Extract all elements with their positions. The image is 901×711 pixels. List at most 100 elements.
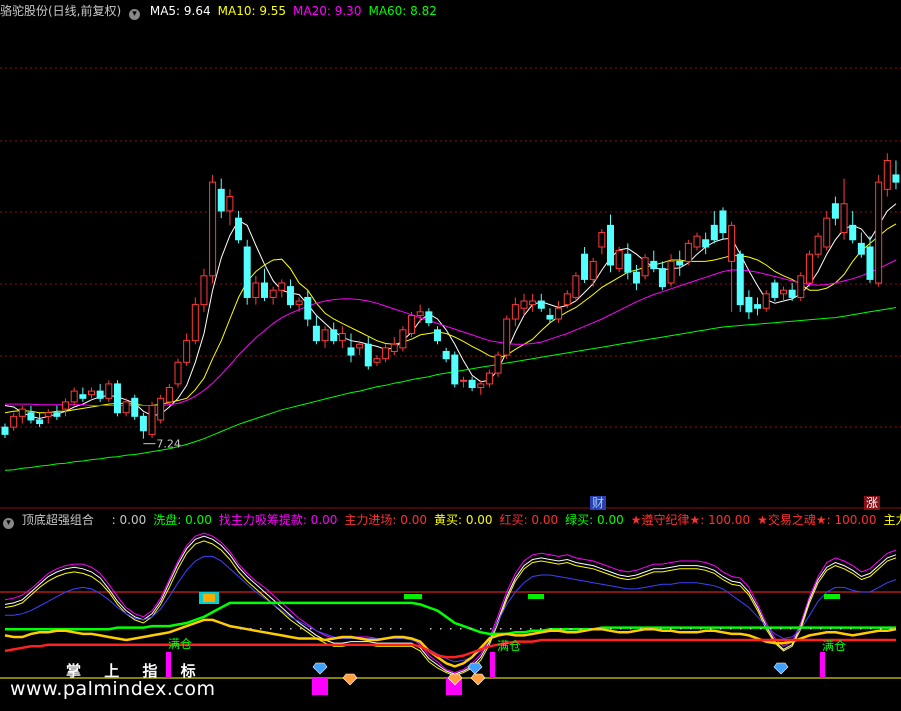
candle-body bbox=[459, 379, 467, 382]
candle-body bbox=[131, 397, 139, 417]
band-dot bbox=[760, 628, 762, 630]
band-dot bbox=[850, 628, 852, 630]
indicator-line-0 bbox=[4, 532, 897, 674]
candle-body bbox=[875, 181, 883, 284]
band-dot bbox=[720, 628, 722, 630]
band-dot bbox=[730, 628, 732, 630]
candle-body bbox=[485, 372, 493, 385]
band-dot bbox=[880, 628, 882, 630]
band-dot bbox=[430, 628, 432, 630]
band-dot bbox=[250, 628, 252, 630]
band-dot bbox=[470, 628, 472, 630]
candle-body bbox=[615, 250, 623, 270]
candle-body bbox=[286, 286, 294, 306]
cai-tag[interactable]: 财 bbox=[590, 496, 607, 510]
ma-line-ma20 bbox=[5, 259, 897, 406]
candle-body bbox=[849, 224, 857, 241]
candle-body bbox=[183, 340, 191, 363]
dropdown-icon[interactable]: ▾ bbox=[3, 518, 14, 529]
candle-body bbox=[364, 343, 372, 367]
band-dot bbox=[830, 628, 832, 630]
candle-body bbox=[840, 203, 848, 234]
signal-bar bbox=[820, 652, 825, 678]
candle-body bbox=[555, 307, 563, 320]
candle-body bbox=[62, 401, 70, 410]
band-dot bbox=[650, 628, 652, 630]
candle-body bbox=[79, 394, 87, 399]
candle-body bbox=[139, 415, 147, 432]
candle-body bbox=[390, 343, 398, 352]
main-legend-item-1: MA10: 9.55 bbox=[217, 4, 287, 18]
band-dot bbox=[390, 628, 392, 630]
band-dot bbox=[770, 628, 772, 630]
candle-body bbox=[529, 300, 537, 306]
candle-body bbox=[572, 275, 580, 298]
candle-body bbox=[598, 232, 606, 248]
candle-body bbox=[217, 188, 225, 212]
candle-body bbox=[442, 350, 450, 360]
candle-body bbox=[641, 257, 649, 277]
candle-body bbox=[780, 289, 787, 295]
band-dot bbox=[340, 628, 342, 630]
indicator-legend-item-8: ★交易之魂★: 100.00 bbox=[757, 513, 877, 527]
band-dot bbox=[680, 628, 682, 630]
candle-body bbox=[373, 358, 381, 363]
band-dot bbox=[370, 628, 372, 630]
band-dot bbox=[610, 628, 612, 630]
band-dot bbox=[750, 628, 752, 630]
band-dot bbox=[360, 628, 362, 630]
signal-block bbox=[528, 594, 544, 599]
band-dot bbox=[580, 628, 582, 630]
signal-block bbox=[824, 594, 840, 599]
band-dot bbox=[620, 628, 622, 630]
main-legend: 骆驼股份(日线,前复权) ▾ MA5: 9.64 MA10: 9.55 MA20: … bbox=[0, 1, 444, 21]
candle-body bbox=[295, 300, 303, 306]
band-dot bbox=[300, 628, 302, 630]
candle-body bbox=[693, 235, 701, 248]
candle-body bbox=[434, 329, 441, 342]
candle-body bbox=[451, 354, 459, 385]
indicator-line-3 bbox=[5, 555, 897, 663]
band-dot bbox=[380, 628, 382, 630]
candle-body bbox=[814, 235, 822, 255]
candle-body bbox=[416, 311, 424, 316]
candle-body bbox=[754, 304, 762, 309]
candle-body bbox=[321, 329, 329, 342]
zhang-tag[interactable]: 涨 bbox=[864, 496, 881, 510]
candle-body bbox=[658, 268, 666, 288]
band-dot bbox=[260, 628, 262, 630]
candle-body bbox=[676, 260, 684, 266]
candle-body bbox=[243, 246, 251, 298]
main-legend-title: 骆驼股份(日线,前复权) bbox=[0, 4, 122, 18]
candle-body bbox=[174, 361, 182, 385]
candle-body bbox=[702, 239, 710, 248]
chart-canvas: 7.24 满仓 满仓 满仓 bbox=[0, 67, 901, 695]
candle-body bbox=[494, 354, 502, 374]
band-dot bbox=[630, 628, 632, 630]
candle-body bbox=[165, 387, 173, 403]
band-dot bbox=[800, 628, 802, 630]
candle-body bbox=[892, 174, 900, 183]
band-dot bbox=[320, 628, 322, 630]
candle-body bbox=[771, 282, 779, 298]
main-legend-item-3: MA60: 8.82 bbox=[368, 4, 437, 18]
band-dot bbox=[660, 628, 662, 630]
candle-body bbox=[36, 419, 44, 425]
candle-body bbox=[520, 300, 528, 309]
candle-body bbox=[710, 224, 718, 241]
candle-body bbox=[857, 242, 865, 255]
band-dot bbox=[670, 628, 672, 630]
candle-body bbox=[684, 242, 692, 262]
indicator-legend-item-1: 洗盘: 0.00 bbox=[153, 513, 212, 527]
band-dot bbox=[330, 628, 332, 630]
candle-body bbox=[745, 296, 753, 313]
candle-body bbox=[96, 390, 104, 399]
low-price-label: 7.24 bbox=[156, 438, 181, 451]
band-dot bbox=[540, 628, 542, 630]
band-dot bbox=[570, 628, 572, 630]
candle-body bbox=[425, 311, 433, 324]
band-dot bbox=[270, 628, 272, 630]
indicator-legend-item-4: 黄买: 0.00 bbox=[433, 513, 493, 527]
candle-body bbox=[122, 401, 130, 414]
dropdown-icon[interactable]: ▾ bbox=[129, 9, 141, 20]
